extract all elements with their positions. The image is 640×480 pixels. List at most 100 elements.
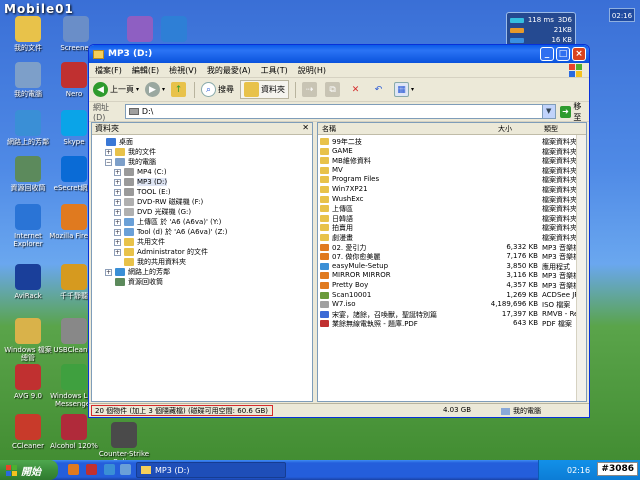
menu-view[interactable]: 檢視(V) (169, 65, 197, 76)
folders-button[interactable]: 資料夾 (240, 80, 290, 99)
tree-item[interactable]: + DVD-RW 磁碟機 (F:) (114, 197, 203, 207)
column-type[interactable]: 類型 (544, 124, 558, 134)
desktop-icon[interactable]: CCleaner (2, 414, 54, 450)
desktop-icon[interactable]: Alcohol 120% (48, 414, 100, 450)
search-button[interactable]: ⌕ 搜尋 (201, 82, 234, 97)
undo-button[interactable]: ↶ (371, 82, 388, 97)
back-dropdown-icon[interactable]: ▾ (136, 86, 139, 93)
network-meter-gadget[interactable]: 118 ms 3D6 21KB 16 KB (506, 12, 576, 48)
start-label: 開始 (21, 466, 41, 478)
file-row[interactable]: MIRROR MIRROR 3,116 KB MP3 音樂檔 (318, 271, 586, 280)
file-list-pane: 名稱 大小 類型 99年二技 檔案資料夾 GAME 檔案資料夾 MB維修資料 檔案資料夾 M… (317, 122, 587, 402)
menu-favorites[interactable]: 我的最愛(A) (207, 65, 251, 76)
desktop-icon[interactable]: 網路上的芳鄰 (2, 110, 54, 146)
tree-item[interactable]: + MP4 (C:) (114, 167, 167, 177)
expand-toggle-icon[interactable]: + (114, 228, 121, 236)
column-size[interactable]: 大小 (498, 124, 512, 134)
quicklaunch-desktop-icon[interactable] (104, 464, 115, 475)
file-row[interactable]: Scan10001 1,269 KB ACDSee JPG (318, 291, 586, 300)
start-button[interactable]: 開始 (0, 460, 58, 480)
close-button[interactable]: × (572, 47, 586, 61)
menu-tools[interactable]: 工具(T) (261, 65, 288, 76)
file-row[interactable]: easyMule-Setup 3,850 KB 應用程式 (318, 262, 586, 271)
expand-toggle-icon[interactable]: + (114, 218, 121, 226)
forward-button[interactable]: ▶ ▾ (145, 82, 165, 97)
address-dropdown-icon[interactable]: ▼ (541, 105, 555, 118)
expand-toggle-icon[interactable]: + (105, 148, 112, 156)
file-row[interactable]: 日韓語 檔案資料夾 (318, 214, 586, 223)
expand-toggle-icon[interactable]: − (105, 158, 112, 166)
close-pane-icon[interactable]: ✕ (302, 123, 309, 132)
tree-item[interactable]: + TOOL (E:) (114, 187, 171, 197)
tree-item[interactable]: + Administrator 的文件 (114, 247, 208, 257)
tree-item[interactable]: + 我的文件 (105, 147, 156, 157)
desktop-icon[interactable]: AVG 9.0 (2, 364, 54, 400)
file-row[interactable]: MB維修資料 檔案資料夾 (318, 156, 586, 165)
tree-item[interactable]: + Tool (d) 於 'A6 (A6va)' (Z:) (114, 227, 227, 237)
address-field[interactable]: D:\ ▼ (124, 104, 556, 119)
up-folder-button[interactable]: ↑ (171, 82, 188, 97)
copy-to-button[interactable]: ⧉ (325, 82, 342, 97)
expand-toggle-icon[interactable]: + (105, 268, 112, 276)
desktop-icon[interactable]: Internet Explorer (2, 204, 54, 248)
move-to-button[interactable]: ⇢ (302, 82, 319, 97)
file-row[interactable]: 宋宴，諸餘，召喚獸，聖誕特別篇 17,397 KB RMVB - Re (318, 310, 586, 319)
file-row[interactable]: 業餘無線電執照 - 題庫.PDF 643 KB PDF 檔案 (318, 319, 586, 328)
views-dropdown-icon[interactable]: ▾ (411, 86, 414, 93)
expand-toggle-icon[interactable]: + (114, 188, 121, 196)
file-row[interactable]: 02. 愛引力 6,332 KB MP3 音樂檔 (318, 243, 586, 252)
menu-edit[interactable]: 編輯(E) (132, 65, 159, 76)
taskbar-item-explorer[interactable]: MP3 (D:) (136, 462, 286, 478)
minimize-button[interactable]: _ (540, 47, 554, 61)
maximize-button[interactable]: □ (556, 47, 570, 61)
file-row[interactable]: W7.iso 4,189,696 KB ISO 檔案 (318, 300, 586, 309)
file-row[interactable]: 拍賣用 檔案資料夾 (318, 223, 586, 232)
file-row[interactable]: 上傳區 檔案資料夾 (318, 204, 586, 213)
expand-toggle-icon[interactable]: + (114, 198, 121, 206)
column-name[interactable]: 名稱 (322, 124, 336, 134)
expand-toggle-icon[interactable]: + (114, 178, 121, 186)
tree-item[interactable]: 資源回收筒 (105, 277, 163, 287)
expand-toggle-icon[interactable]: + (114, 238, 121, 246)
tray-clock[interactable]: 02:16 (567, 466, 590, 475)
quicklaunch-ie-icon[interactable] (120, 464, 131, 475)
expand-toggle-icon[interactable]: + (114, 208, 121, 216)
quicklaunch-app-icon[interactable] (86, 464, 97, 475)
desktop-icon[interactable]: 我的文件 (2, 16, 54, 52)
menu-help[interactable]: 說明(H) (298, 65, 326, 76)
desktop-icon[interactable]: Windows 檔案總管 (2, 318, 54, 362)
desktop-icon[interactable]: 資源回收筒 (2, 156, 54, 192)
expand-toggle-icon[interactable]: + (114, 248, 121, 256)
tree-item[interactable]: + 共用文件 (114, 237, 165, 247)
desktop-icon[interactable]: 我的電腦 (2, 62, 54, 98)
menu-file[interactable]: 檔案(F) (95, 65, 122, 76)
tree-item[interactable]: 桌面 (96, 137, 133, 147)
quicklaunch-firefox-icon[interactable] (68, 464, 79, 475)
tree-item[interactable]: + 上傳區 於 'A6 (A6va)' (Y:) (114, 217, 221, 227)
file-row[interactable]: GAME 檔案資料夾 (318, 147, 586, 156)
views-button[interactable]: ▦ ▾ (394, 82, 414, 97)
desktop-icon[interactable]: AviRack (2, 264, 54, 300)
expand-toggle-icon[interactable]: + (114, 168, 121, 176)
tree-item[interactable]: + 網路上的芳鄰 (105, 267, 170, 277)
delete-button[interactable]: ✕ (348, 82, 365, 97)
title-bar[interactable]: MP3 (D:) _ □ × (89, 45, 589, 63)
file-row[interactable]: Program Files 檔案資料夾 (318, 175, 586, 184)
vertical-scrollbar[interactable] (576, 135, 586, 401)
file-row[interactable]: Win7XP21 檔案資料夾 (318, 185, 586, 194)
file-row[interactable]: WushExc 檔案資料夾 (318, 195, 586, 204)
tree-item[interactable]: + MP3 (D:) (114, 177, 168, 187)
go-button[interactable]: ➜ 移至 (559, 101, 589, 123)
tree-item[interactable]: − 我的電腦 (105, 157, 156, 167)
file-row[interactable]: 99年二技 檔案資料夾 (318, 137, 586, 146)
tree-item-label: 上傳區 於 'A6 (A6va)' (Y:) (137, 218, 222, 226)
file-row[interactable]: Pretty Boy 4,357 KB MP3 音樂檔 (318, 281, 586, 290)
file-row[interactable]: 07. 做你愈美麗 7,176 KB MP3 音樂檔 (318, 252, 586, 261)
drive-icon (128, 108, 139, 115)
tree-item[interactable]: 我的共用資料夾 (114, 257, 186, 267)
tree-item[interactable]: + DVD 光碟機 (G:) (114, 207, 191, 217)
file-row[interactable]: 劇漫畫 檔案資料夾 (318, 233, 586, 242)
back-button[interactable]: ◀ 上一頁 ▾ (93, 82, 139, 97)
file-row[interactable]: MV 檔案資料夾 (318, 166, 586, 175)
forward-dropdown-icon[interactable]: ▾ (162, 86, 165, 93)
